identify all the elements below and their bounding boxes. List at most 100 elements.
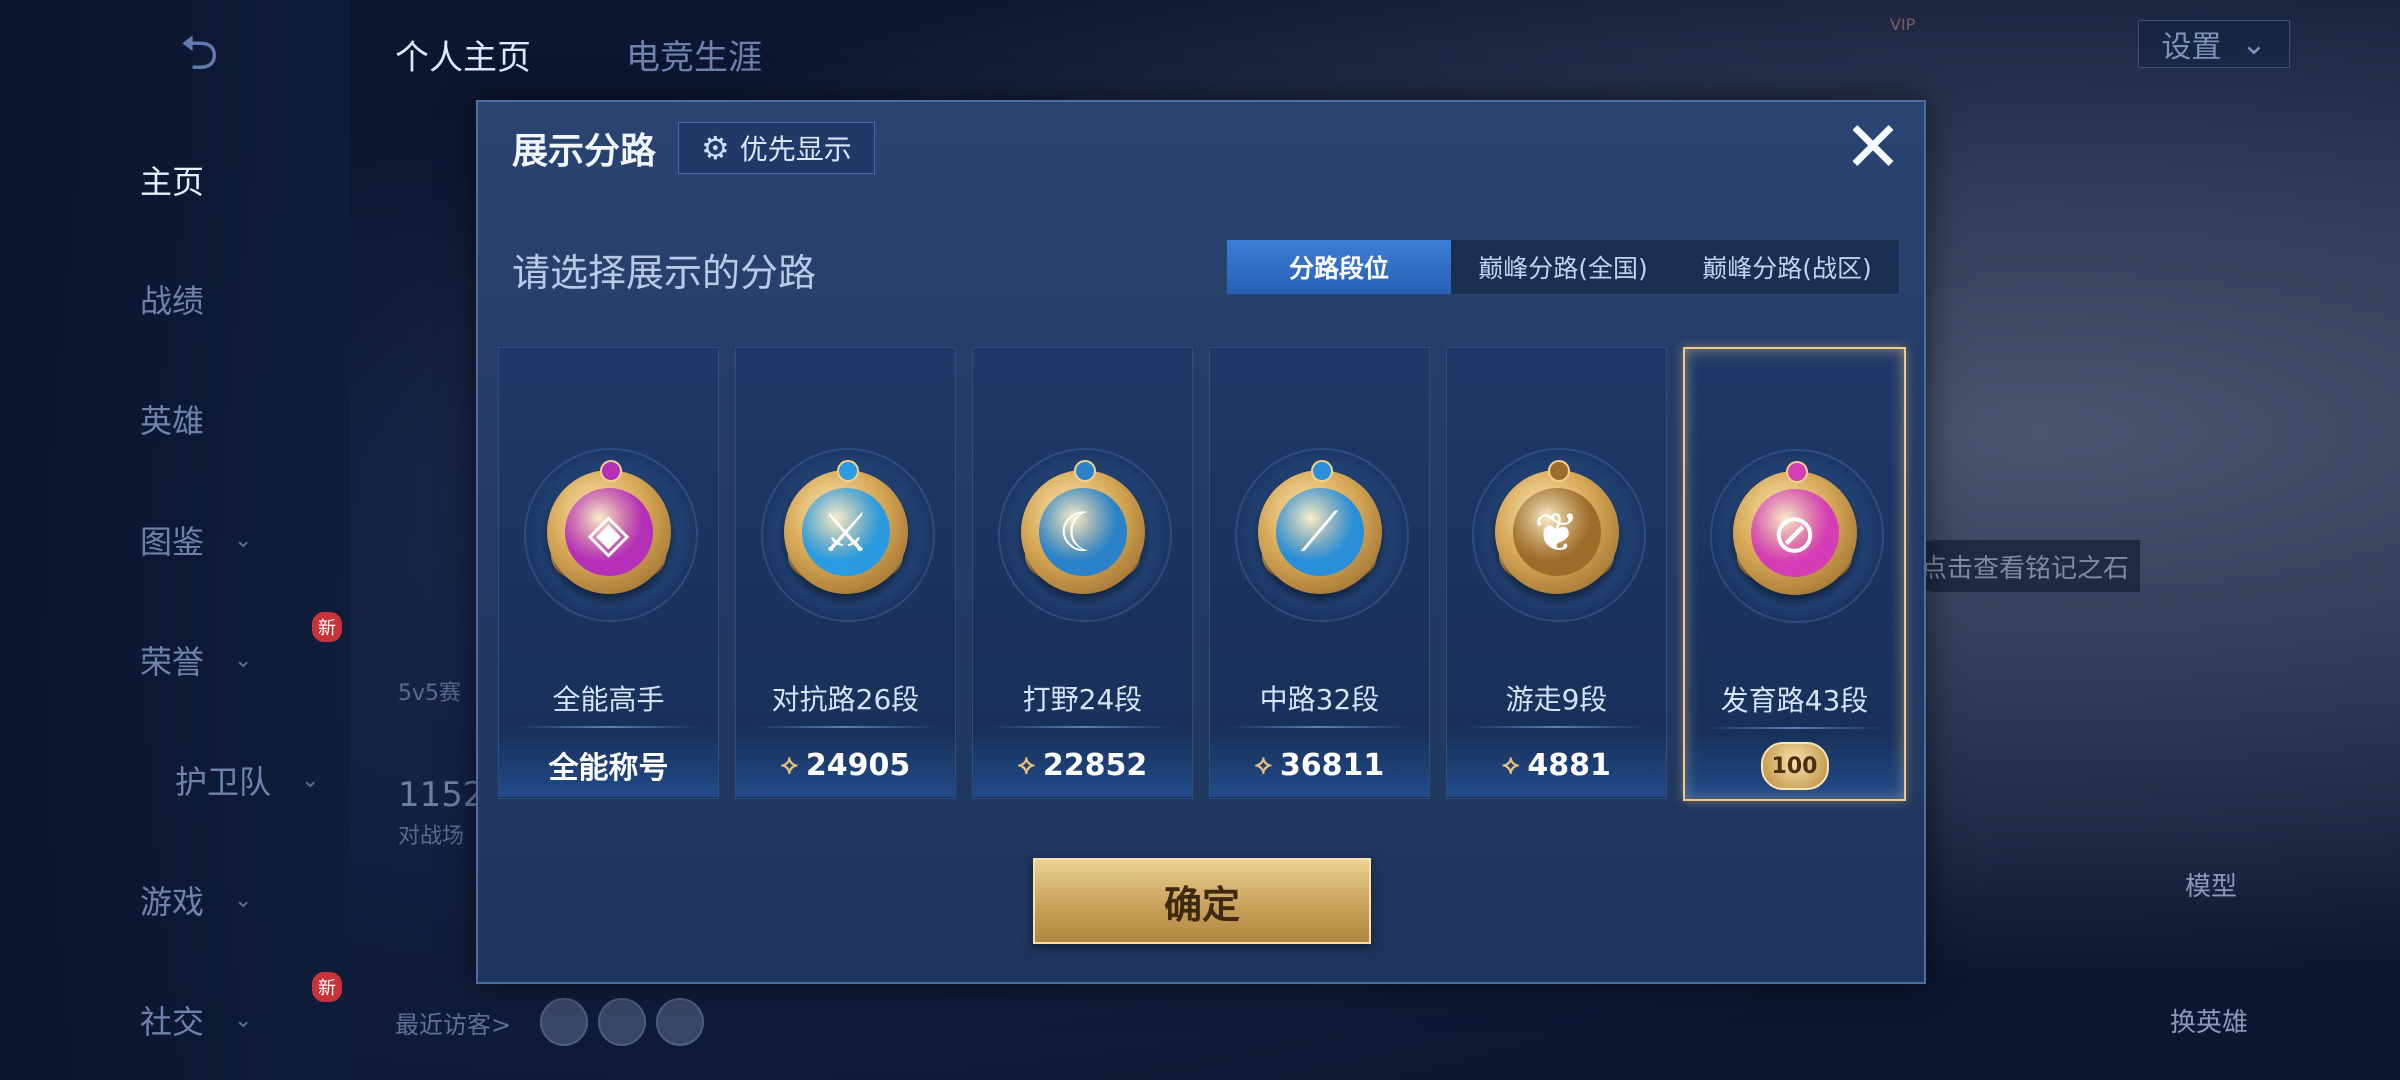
lane-card[interactable]: ❦ 游走9段 ⟡ 4881 — [1446, 347, 1667, 799]
gem-icon — [836, 460, 859, 482]
card-footer: ⟡ 24905 — [736, 733, 955, 797]
title-label: 全能称号 — [548, 751, 669, 786]
confirm-button[interactable]: 确定 — [1033, 858, 1371, 944]
sidebar-item-games[interactable]: 游戏 ⌄ — [140, 865, 320, 935]
priority-display-button[interactable]: ⚙ 优先显示 — [678, 122, 875, 174]
card-footer: ⟡ 36811 — [1210, 733, 1429, 797]
match-count: 1152 — [398, 775, 485, 815]
inscription-hint[interactable]: 点击查看铭记之石 — [1910, 540, 2140, 592]
card-divider — [993, 726, 1172, 728]
visitor-avatar[interactable] — [598, 998, 646, 1046]
lane-card[interactable]: ◈ 全能高手全能称号 — [498, 347, 719, 799]
lane-rank-label: 发育路43段 — [1720, 684, 1869, 717]
lane-score-value: 22852 — [1042, 747, 1148, 783]
vip-icon: VIP — [1890, 15, 1916, 34]
sidebar-item-label: 社交 — [140, 1003, 205, 1041]
card-divider — [756, 726, 935, 728]
sidebar-item-label: 荣誉 — [140, 643, 205, 681]
lane-card[interactable]: ⚔ 对抗路26段 ⟡ 24905 — [735, 347, 956, 799]
emblem-symbol-icon: ◈ — [564, 488, 653, 576]
lane-card[interactable]: ☾ 打野24段 ⟡ 22852 — [972, 347, 1193, 799]
close-icon[interactable]: ✕ — [1840, 112, 1906, 182]
rank-emblem-icon: ⚔ — [783, 470, 908, 594]
lane-rank-label: 全能高手 — [552, 683, 665, 716]
dialog-subtitle: 请选择展示的分路 — [512, 251, 817, 295]
card-footer: 全能称号 — [499, 733, 718, 797]
lane-score-value: 36811 — [1279, 747, 1385, 783]
lane-rank-label: 打野24段 — [1022, 683, 1143, 716]
priority-display-label: 优先显示 — [739, 133, 852, 166]
card-divider — [1230, 726, 1409, 728]
chevron-down-icon: ⌄ — [301, 767, 320, 793]
chevron-down-icon: ⌄ — [234, 647, 253, 673]
settings-label: 设置 — [2161, 30, 2222, 65]
card-divider — [1705, 727, 1884, 729]
visitor-avatar[interactable] — [656, 998, 704, 1046]
lane-rank-label: 中路32段 — [1259, 683, 1380, 716]
sidebar-item-home[interactable]: 主页 — [140, 145, 320, 215]
sidebar-item-record[interactable]: 战绩 — [140, 264, 320, 334]
tab-peak-region[interactable]: 巅峰分路(战区) — [1675, 240, 1899, 294]
model-label[interactable]: 模型 — [2185, 866, 2237, 903]
back-icon[interactable]: ⮌ — [180, 28, 280, 78]
segment-tabs: 分路段位 巅峰分路(全国) 巅峰分路(战区) — [1226, 239, 1900, 295]
card-divider — [1467, 726, 1646, 728]
lane-rank-label: 游走9段 — [1505, 683, 1608, 716]
gear-icon: ⚙ — [701, 129, 730, 167]
visitor-avatar[interactable] — [540, 998, 588, 1046]
gem-icon — [1785, 461, 1808, 483]
card-footer: 100 — [1685, 734, 1904, 798]
rank-emblem-icon: ❦ — [1494, 470, 1619, 594]
lane-card[interactable]: ⟋ 中路32段 ⟡ 36811 — [1209, 347, 1430, 799]
chevron-down-icon: ⌄ — [234, 527, 253, 553]
dialog-header: 展示分路 ⚙ 优先显示 — [478, 102, 1924, 194]
mode-label: 5v5赛 — [398, 681, 462, 706]
gem-icon — [1310, 460, 1333, 482]
tab-peak-national[interactable]: 巅峰分路(全国) — [1451, 240, 1675, 294]
sidebar-item-guard[interactable]: 护卫队 ⌄ — [175, 745, 355, 815]
swap-hero-label[interactable]: 换英雄 — [2170, 1002, 2248, 1039]
gem-icon — [1073, 460, 1096, 482]
lane-score-icon: ⟡ — [780, 749, 798, 780]
chevron-down-icon: ⌄ — [2241, 26, 2267, 62]
tab-lane-rank[interactable]: 分路段位 — [1227, 240, 1451, 294]
sidebar-item-label: 图鉴 — [140, 523, 205, 561]
lane-card[interactable]: ⊘ 发育路43段 100 — [1683, 347, 1906, 801]
rank-emblem-icon: ⊘ — [1732, 471, 1857, 595]
emblem-symbol-icon: ⟋ — [1275, 488, 1364, 576]
sidebar-item-heroes[interactable]: 英雄 — [140, 384, 320, 454]
lane-cards: ◈ 全能高手 全能称号 ⚔ 对抗路26段 ⟡ 24905 ☾ 打野24段 ⟡ 22852 ⟋ 中路32段… — [498, 347, 1906, 801]
gem-icon — [1547, 460, 1570, 482]
new-badge: 新 — [312, 612, 342, 642]
recent-visitors-link[interactable]: 最近访客> — [395, 1005, 511, 1040]
new-badge: 新 — [312, 972, 342, 1002]
lane-score-icon: ⟡ — [1502, 749, 1520, 780]
sidebar-item-codex[interactable]: 图鉴 ⌄ — [140, 505, 320, 575]
lane-display-dialog: 展示分路 ⚙ 优先显示 ✕ 请选择展示的分路 分路段位 巅峰分路(全国) 巅峰分… — [476, 100, 1926, 984]
rank-emblem-icon: ◈ — [546, 470, 671, 594]
lane-score-value: 24905 — [805, 747, 911, 783]
lane-score-value: 4881 — [1527, 747, 1611, 783]
dialog-title: 展示分路 — [512, 131, 657, 172]
sidebar-item-honor[interactable]: 荣誉 ⌄ — [140, 625, 320, 695]
card-footer: ⟡ 22852 — [973, 733, 1192, 797]
match-sub: 对战场 — [398, 824, 465, 849]
tab-profile[interactable]: 个人主页 — [395, 30, 531, 79]
emblem-symbol-icon: ☾ — [1038, 488, 1127, 576]
lane-score-icon: ⟡ — [1254, 749, 1272, 780]
settings-button[interactable]: 设置 ⌄ — [2138, 20, 2290, 68]
sidebar-item-label: 主页 — [140, 163, 205, 201]
gem-icon — [599, 460, 622, 482]
chevron-down-icon: ⌄ — [234, 1007, 253, 1033]
tab-esports[interactable]: 电竞生涯 — [626, 30, 762, 79]
sidebar-item-label: 战绩 — [140, 282, 205, 320]
lane-score-icon: ⟡ — [1017, 749, 1035, 780]
chevron-down-icon: ⌄ — [234, 887, 253, 913]
emblem-symbol-icon: ⚔ — [801, 488, 890, 576]
sidebar-item-social[interactable]: 社交 ⌄ — [140, 985, 320, 1055]
sidebar-item-label: 护卫队 — [175, 763, 272, 801]
lane-rank-label: 对抗路26段 — [771, 683, 920, 716]
emblem-symbol-icon: ⊘ — [1750, 489, 1839, 577]
card-footer: ⟡ 4881 — [1447, 733, 1666, 797]
rank-emblem-icon: ⟋ — [1257, 470, 1382, 594]
